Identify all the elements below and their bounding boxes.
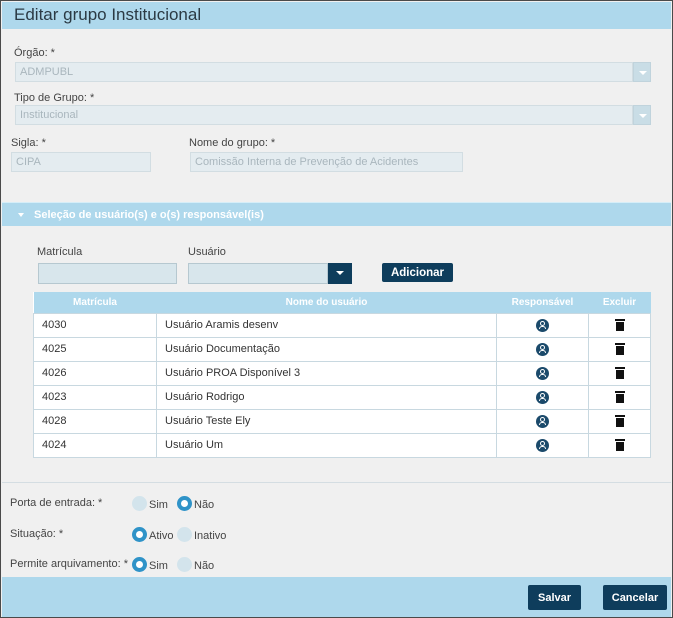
responsible-user-icon[interactable] bbox=[536, 318, 549, 332]
col-header-responsavel[interactable]: Responsável bbox=[496, 292, 589, 313]
row-excluir bbox=[588, 408, 651, 434]
usuario-label: Usuário bbox=[188, 246, 226, 258]
row-responsavel bbox=[496, 360, 589, 386]
responsible-user-icon[interactable] bbox=[536, 366, 549, 380]
row-excluir bbox=[588, 360, 651, 386]
usuario-select[interactable] bbox=[188, 263, 328, 284]
porta-entrada-sim-radio[interactable] bbox=[132, 496, 147, 511]
responsible-user-icon[interactable] bbox=[536, 438, 549, 452]
nome-grupo-label: Nome do grupo: * bbox=[189, 137, 276, 149]
row-responsavel bbox=[496, 312, 589, 338]
table-row: 4028 Usuário Teste Ely bbox=[33, 408, 651, 434]
situacao-ativo-label[interactable]: Ativo bbox=[149, 530, 173, 542]
table-row: 4025 Usuário Documentação bbox=[33, 336, 651, 362]
row-excluir bbox=[588, 384, 651, 410]
col-header-nome[interactable]: Nome do usuário bbox=[156, 292, 497, 313]
orgao-chevron-down-icon[interactable] bbox=[633, 62, 651, 82]
row-nome: Usuário Aramis desenv bbox=[156, 312, 497, 338]
table-row: 4023 Usuário Rodrigo bbox=[33, 384, 651, 410]
trash-icon[interactable] bbox=[614, 318, 625, 331]
add-user-button[interactable]: Adicionar bbox=[382, 263, 453, 282]
row-excluir bbox=[588, 312, 651, 338]
orgao-label: Órgão: * bbox=[14, 47, 55, 59]
row-nome: Usuário PROA Disponível 3 bbox=[156, 360, 497, 386]
dialog-title: Editar grupo Institucional bbox=[14, 5, 202, 24]
col-header-matricula[interactable]: Matrícula bbox=[33, 292, 157, 313]
arquivamento-sim-label[interactable]: Sim bbox=[149, 560, 168, 572]
row-matricula: 4028 bbox=[33, 408, 157, 434]
matricula-label: Matrícula bbox=[37, 246, 83, 258]
matricula-input[interactable] bbox=[38, 263, 177, 284]
user-selection-section-header[interactable]: Seleção de usuário(s) e o(s) responsável… bbox=[2, 202, 671, 226]
responsible-user-icon[interactable] bbox=[536, 390, 549, 404]
row-nome: Usuário Rodrigo bbox=[156, 384, 497, 410]
row-matricula: 4023 bbox=[33, 384, 157, 410]
tipo-grupo-select[interactable]: Institucional bbox=[15, 105, 633, 125]
row-responsavel bbox=[496, 408, 589, 434]
porta-entrada-nao-radio[interactable] bbox=[177, 496, 192, 511]
situacao-ativo-radio[interactable] bbox=[132, 527, 147, 542]
tipo-grupo-label: Tipo de Grupo: * bbox=[14, 92, 95, 104]
situacao-label: Situação: * bbox=[10, 528, 64, 540]
responsible-user-icon[interactable] bbox=[536, 414, 549, 428]
row-responsavel bbox=[496, 432, 589, 458]
usuario-chevron-down-icon[interactable] bbox=[328, 263, 352, 284]
row-excluir bbox=[588, 336, 651, 362]
save-button[interactable]: Salvar bbox=[528, 585, 581, 610]
situacao-inativo-radio[interactable] bbox=[177, 527, 192, 542]
sigla-input[interactable]: CIPA bbox=[11, 152, 151, 172]
arquivamento-nao-label[interactable]: Não bbox=[194, 560, 214, 572]
tipo-grupo-chevron-down-icon[interactable] bbox=[633, 105, 651, 125]
porta-entrada-label: Porta de entrada: * bbox=[10, 497, 103, 509]
row-nome: Usuário Um bbox=[156, 432, 497, 458]
row-matricula: 4026 bbox=[33, 360, 157, 386]
arquivamento-sim-radio[interactable] bbox=[132, 557, 147, 572]
porta-entrada-sim-label[interactable]: Sim bbox=[149, 499, 168, 511]
row-matricula: 4024 bbox=[33, 432, 157, 458]
trash-icon[interactable] bbox=[614, 390, 625, 403]
dialog-header: Editar grupo Institucional bbox=[2, 2, 671, 29]
row-matricula: 4030 bbox=[33, 312, 157, 338]
trash-icon[interactable] bbox=[614, 414, 625, 427]
row-matricula: 4025 bbox=[33, 336, 157, 362]
row-responsavel bbox=[496, 336, 589, 362]
orgao-select[interactable]: ADMPUBL bbox=[15, 62, 633, 82]
arquivamento-label: Permite arquivamento: * bbox=[10, 558, 128, 570]
users-table: Matrícula Nome do usuário Responsável Ex… bbox=[33, 292, 651, 458]
table-row: 4024 Usuário Um bbox=[33, 432, 651, 458]
trash-icon[interactable] bbox=[614, 438, 625, 451]
row-responsavel bbox=[496, 384, 589, 410]
cancel-button[interactable]: Cancelar bbox=[603, 585, 667, 610]
arquivamento-nao-radio[interactable] bbox=[177, 557, 192, 572]
porta-entrada-nao-label[interactable]: Não bbox=[194, 499, 214, 511]
table-header-row: Matrícula Nome do usuário Responsável Ex… bbox=[33, 292, 651, 313]
trash-icon[interactable] bbox=[614, 366, 625, 379]
caret-down-icon bbox=[18, 213, 24, 217]
section-title: Seleção de usuário(s) e o(s) responsável… bbox=[34, 209, 264, 221]
row-nome: Usuário Teste Ely bbox=[156, 408, 497, 434]
col-header-excluir[interactable]: Excluir bbox=[588, 292, 651, 313]
section-divider bbox=[2, 482, 671, 483]
trash-icon[interactable] bbox=[614, 342, 625, 355]
responsible-user-icon[interactable] bbox=[536, 342, 549, 356]
table-row: 4030 Usuário Aramis desenv bbox=[33, 312, 651, 338]
row-excluir bbox=[588, 432, 651, 458]
dialog-footer: Salvar Cancelar bbox=[2, 577, 671, 617]
nome-grupo-input[interactable]: Comissão Interna de Prevenção de Acident… bbox=[190, 152, 463, 172]
sigla-label: Sigla: * bbox=[11, 137, 46, 149]
edit-group-dialog: Editar grupo Institucional Órgão: * ADMP… bbox=[0, 0, 673, 618]
table-row: 4026 Usuário PROA Disponível 3 bbox=[33, 360, 651, 386]
situacao-inativo-label[interactable]: Inativo bbox=[194, 530, 226, 542]
row-nome: Usuário Documentação bbox=[156, 336, 497, 362]
